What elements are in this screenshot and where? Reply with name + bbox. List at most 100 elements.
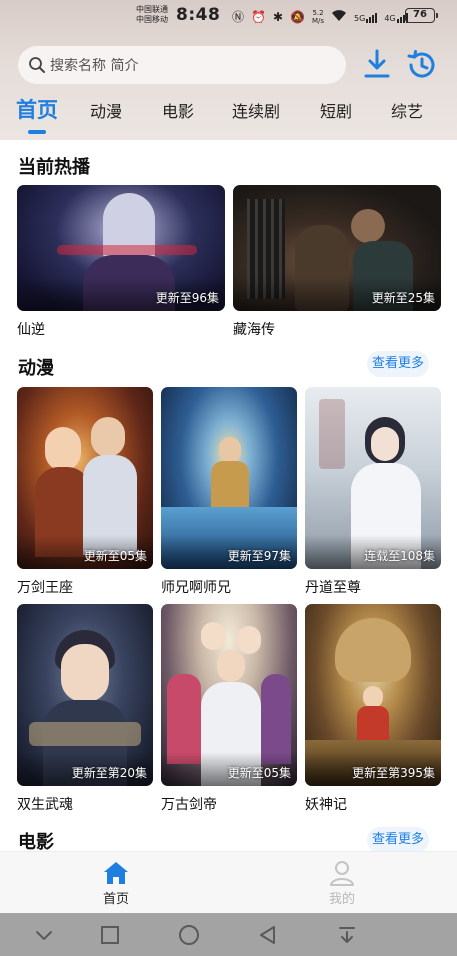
signal-1: 5G: [354, 12, 378, 23]
poster-figure: [219, 437, 241, 463]
poster-image: 更新至25集: [233, 185, 441, 311]
card-title: 万剑王座: [17, 580, 73, 596]
carrier-2: 中国移动: [136, 15, 168, 24]
poster-image: 更新至05集: [161, 604, 297, 786]
notification-pull-icon[interactable]: [335, 923, 359, 947]
card-yaoshenji[interactable]: 更新至第395集 妖神记: [305, 604, 441, 814]
tab-series[interactable]: 连续剧: [232, 98, 280, 122]
card-title: 万古剑帝: [161, 797, 217, 813]
poster-image: 更新至96集: [17, 185, 225, 311]
card-title: 仙逆: [17, 322, 45, 338]
bluetooth-icon: ✱: [272, 10, 284, 24]
poster-figure: [371, 427, 399, 461]
search-input[interactable]: 搜索名称 简介: [18, 46, 346, 84]
speed-value: 5.2: [312, 9, 324, 17]
card-shuangshengwuhun[interactable]: 更新至第20集 双生武魂: [17, 604, 153, 814]
network-type-1: 5G: [354, 13, 366, 23]
card-dandaozhizun[interactable]: 连载至108集 丹道至尊: [305, 387, 441, 597]
category-tabs: 首页 动漫 电影 连续剧 短剧 综艺: [0, 92, 457, 140]
card-canghaizhuan[interactable]: 更新至25集 藏海传: [233, 185, 441, 339]
tab-home[interactable]: 首页: [16, 94, 58, 124]
user-icon: [330, 861, 354, 886]
section-title-now-playing: 当前热播: [18, 157, 90, 178]
home-button-icon[interactable]: [177, 923, 201, 947]
card-xianni[interactable]: 更新至96集 仙逆: [17, 185, 225, 339]
bottom-navigation: 首页 我的: [0, 851, 457, 913]
network-type-2: 4G: [384, 13, 396, 23]
poster-figure: [45, 427, 81, 471]
poster-figure: [351, 209, 385, 243]
tab-short-drama[interactable]: 短剧: [320, 98, 352, 122]
search-placeholder: 搜索名称 简介: [50, 58, 139, 74]
tab-movies[interactable]: 电影: [162, 98, 194, 122]
poster-figure: [217, 650, 245, 682]
poster-calligraphy: [319, 399, 345, 469]
tab-variety[interactable]: 综艺: [391, 98, 423, 122]
system-navigation-bar: [0, 913, 457, 956]
card-wanjianwangzuo[interactable]: 更新至05集 万剑王座: [17, 387, 153, 597]
poster-figure: [363, 686, 383, 708]
search-icon: [29, 57, 45, 73]
status-icons: Ⓝ ⏰ ✱ 🔕 5.2 M/s 5G 4G: [232, 8, 408, 26]
poster-image: 更新至05集: [17, 387, 153, 569]
poster-image: 更新至97集: [161, 387, 297, 569]
recent-apps-icon[interactable]: [98, 923, 122, 947]
header-area: 中国联通 中国移动 8:48 Ⓝ ⏰ ✱ 🔕 5.2 M/s 5G 4G 76 …: [0, 0, 457, 140]
card-shixiongashixiong[interactable]: 更新至97集 师兄啊师兄: [161, 387, 297, 597]
status-bar: 中国联通 中国移动 8:48 Ⓝ ⏰ ✱ 🔕 5.2 M/s 5G 4G 76: [0, 0, 457, 32]
poster-logo: [29, 722, 141, 746]
active-tab-indicator: [28, 130, 46, 134]
nav-mine[interactable]: 我的: [302, 860, 382, 907]
episode-badge: 更新至第395集: [352, 766, 435, 780]
card-title: 妖神记: [305, 797, 347, 813]
movies-see-more-button[interactable]: 查看更多: [367, 827, 429, 851]
card-title: 双生武魂: [17, 797, 73, 813]
history-icon[interactable]: [405, 49, 437, 81]
episode-badge: 更新至97集: [227, 549, 291, 563]
section-title-movies: 电影: [18, 832, 54, 851]
episode-badge: 更新至25集: [371, 291, 435, 305]
poster-glow: [57, 245, 197, 255]
nfc-icon: Ⓝ: [232, 10, 245, 24]
episode-badge: 连载至108集: [364, 549, 435, 563]
card-title: 丹道至尊: [305, 580, 361, 596]
card-title: 藏海传: [233, 322, 275, 338]
poster-figure: [201, 622, 225, 650]
content-area[interactable]: 当前热播 更新至96集 仙逆 更新至25集 藏海传 动漫 查看更多 更新至05集…: [0, 140, 457, 851]
poster-image: 连载至108集: [305, 387, 441, 569]
poster-image: 更新至第20集: [17, 604, 153, 786]
home-icon: [104, 862, 128, 884]
card-wangujiandi[interactable]: 更新至05集 万古剑帝: [161, 604, 297, 814]
poster-figure: [91, 417, 125, 457]
poster-figure: [237, 626, 261, 654]
nav-mine-label: 我的: [328, 892, 355, 907]
alarm-icon: ⏰: [251, 10, 266, 24]
anime-see-more-button[interactable]: 查看更多: [367, 351, 429, 377]
back-icon[interactable]: [256, 923, 280, 947]
network-speed: 5.2 M/s: [312, 9, 324, 25]
poster-image: 更新至第395集: [305, 604, 441, 786]
battery-indicator: 76: [405, 8, 438, 23]
nav-home[interactable]: 首页: [76, 860, 156, 907]
poster-dragon: [335, 618, 411, 682]
signal-bars-1-icon: [366, 12, 378, 23]
speed-unit: M/s: [311, 17, 325, 25]
carrier-1: 中国联通: [136, 5, 168, 14]
poster-figure: [61, 644, 109, 702]
download-icon[interactable]: [362, 48, 392, 82]
mute-icon: 🔕: [290, 10, 305, 24]
episode-badge: 更新至第20集: [71, 766, 147, 780]
poster-figure: [261, 674, 291, 764]
section-title-anime: 动漫: [18, 358, 54, 379]
poster-figure: [167, 674, 201, 764]
card-title: 师兄啊师兄: [161, 580, 231, 596]
status-time: 8:48: [176, 5, 221, 25]
carrier-info: 中国联通 中国移动: [136, 5, 168, 25]
wifi-icon: [331, 9, 347, 25]
episode-badge: 更新至05集: [83, 549, 147, 563]
nav-home-label: 首页: [102, 892, 129, 907]
chevron-down-icon[interactable]: [32, 923, 56, 947]
episode-badge: 更新至05集: [227, 766, 291, 780]
tab-anime[interactable]: 动漫: [90, 98, 122, 122]
episode-badge: 更新至96集: [155, 291, 219, 305]
